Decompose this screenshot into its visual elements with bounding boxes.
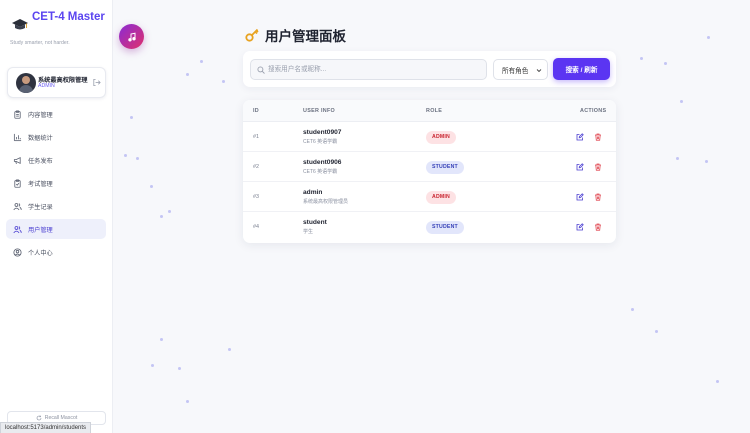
edit-icon[interactable] (576, 193, 584, 201)
edit-icon[interactable] (576, 223, 584, 231)
user-role: ADMIN (38, 83, 55, 89)
sidebar-item-content[interactable]: 内容管理 (6, 104, 106, 124)
role-filter-select[interactable]: 所有角色 (493, 59, 548, 80)
refresh-icon (36, 415, 42, 421)
trash-icon[interactable] (594, 193, 602, 201)
sidebar-item-label: 数据统计 (28, 134, 53, 142)
sidebar-item-label: 学生记录 (28, 203, 53, 211)
username: student (303, 219, 327, 226)
chevron-down-icon (536, 69, 542, 73)
brand-subtitle: Study smarter, not harder. (10, 40, 70, 46)
username: student0906 (303, 159, 342, 166)
table-row: #4 student 学生 STUDENT (243, 212, 616, 242)
nickname: CET6 英语学霸 (303, 169, 338, 175)
music-button[interactable] (119, 24, 144, 49)
table-row: #1 student0907 CET6 英语学霸 ADMIN (243, 122, 616, 152)
graduation-cap-icon (12, 19, 28, 30)
column-header-actions: ACTIONS (580, 108, 607, 114)
search-box (250, 59, 487, 80)
brand-title: CET-4 Master (32, 11, 105, 23)
sidebar-item-label: 个人中心 (28, 249, 53, 257)
filter-toolbar: 所有角色 搜索 / 刷新 (243, 51, 616, 87)
search-input[interactable] (268, 62, 483, 77)
username: student0907 (303, 129, 342, 136)
username: admin (303, 189, 323, 196)
sidebar-item-label: 内容管理 (28, 111, 53, 119)
sidebar: CET-4 Master Study smarter, not harder. … (0, 0, 113, 433)
role-badge: STUDENT (426, 221, 464, 234)
search-refresh-button[interactable]: 搜索 / 刷新 (553, 58, 610, 80)
trash-icon[interactable] (594, 163, 602, 171)
user-id: #3 (253, 194, 259, 200)
user-id: #1 (253, 134, 259, 140)
nickname: CET6 英语学霸 (303, 139, 338, 145)
key-icon (245, 28, 259, 42)
sidebar-item-stats[interactable]: 数据统计 (6, 127, 106, 147)
user-id: #2 (253, 164, 259, 170)
role-badge: STUDENT (426, 161, 464, 174)
role-badge: ADMIN (426, 191, 457, 204)
page-header: 用户管理面板 (245, 25, 346, 45)
sidebar-item-user-management[interactable]: 用户管理 (6, 219, 106, 239)
user-card: 系统最高权限管理员 ADMIN (7, 67, 106, 98)
edit-icon[interactable] (576, 133, 584, 141)
bar-chart-icon (13, 133, 22, 141)
sidebar-nav: 内容管理 数据统计 任务发布 考试管理 学生记录 用户管理 个人中心 (6, 104, 106, 265)
user-circle-icon (13, 247, 22, 257)
nickname: 系统最高权限管理员 (303, 199, 349, 205)
column-header-role: ROLE (426, 108, 443, 114)
edit-icon[interactable] (576, 163, 584, 171)
table-row: #2 student0906 CET6 英语学霸 STUDENT (243, 152, 616, 182)
recall-label: Recall Mascot (44, 415, 78, 421)
trash-icon[interactable] (594, 223, 602, 231)
music-note-icon (127, 32, 136, 42)
sidebar-item-student-records[interactable]: 学生记录 (6, 196, 106, 216)
users-icon (13, 202, 22, 210)
column-header-user-info: USER INFO (303, 108, 336, 114)
users-table: ID USER INFO ROLE ACTIONS #1 student0907… (243, 100, 616, 243)
sidebar-item-label: 用户管理 (28, 226, 53, 234)
table-header: ID USER INFO ROLE ACTIONS (243, 100, 616, 122)
users-icon (13, 225, 22, 233)
trash-icon[interactable] (594, 133, 602, 141)
clipboard-check-icon (14, 178, 21, 188)
sidebar-item-profile[interactable]: 个人中心 (6, 242, 106, 262)
sidebar-item-label: 任务发布 (28, 157, 53, 165)
sidebar-item-label: 考试管理 (28, 180, 53, 188)
nickname: 学生 (303, 229, 314, 235)
page-title: 用户管理面板 (265, 29, 346, 44)
sidebar-item-tasks[interactable]: 任务发布 (6, 150, 106, 170)
search-icon (257, 66, 265, 74)
role-filter-value: 所有角色 (502, 67, 529, 75)
sidebar-item-exams[interactable]: 考试管理 (6, 173, 106, 193)
table-row: #3 admin 系统最高权限管理员 ADMIN (243, 182, 616, 212)
user-id: #4 (253, 224, 259, 230)
clipboard-icon (14, 109, 21, 119)
status-url: localhost:5173/admin/students (0, 422, 92, 433)
column-header-id: ID (253, 108, 259, 114)
logout-icon[interactable] (92, 78, 101, 87)
avatar (16, 73, 36, 93)
megaphone-icon (13, 156, 21, 164)
role-badge: ADMIN (426, 131, 457, 144)
